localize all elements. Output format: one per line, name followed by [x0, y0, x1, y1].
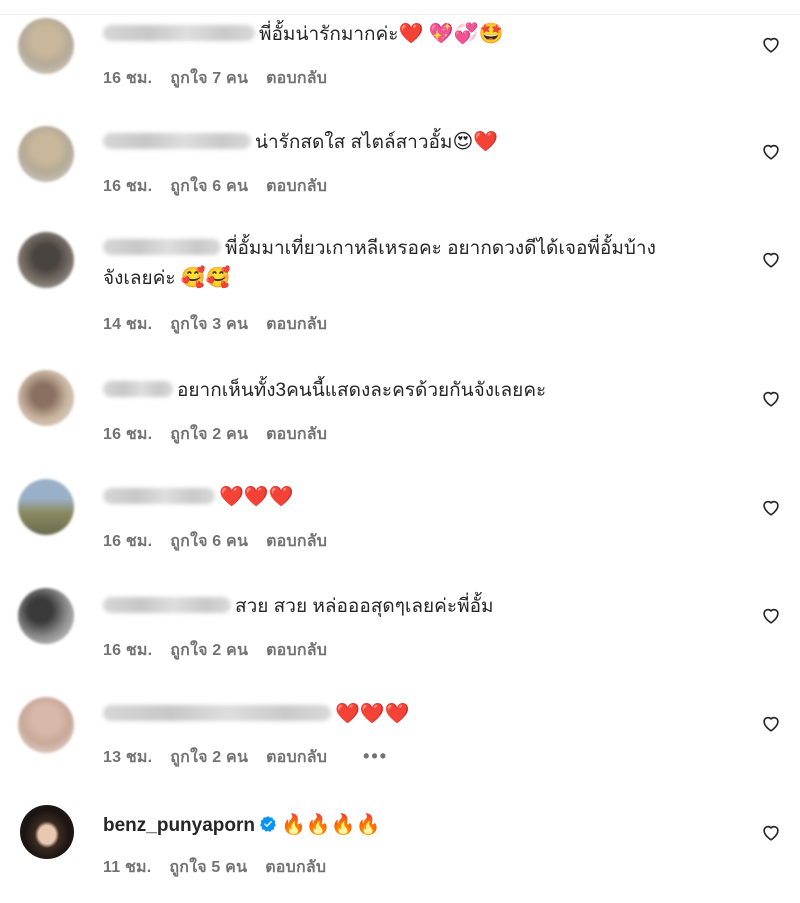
- blurred-username[interactable]: [103, 596, 231, 613]
- reply-button[interactable]: ตอบกลับ: [266, 533, 327, 550]
- like-count[interactable]: ถูกใจ 2 คน: [170, 749, 248, 766]
- comment-body: benz_punyaporn 🔥🔥🔥🔥: [103, 811, 743, 841]
- comment-text: พี่อั้มมาเที่ยวเกาหลีเหรอคะ อยากดวงดีได้…: [225, 238, 656, 259]
- like-count[interactable]: ถูกใจ 3 คน: [170, 316, 248, 333]
- comment-meta: 16 ชม. ถูกใจ 2 คน ตอบกลับ: [103, 422, 345, 447]
- username-link[interactable]: benz_punyaporn: [103, 815, 255, 836]
- blurred-username[interactable]: [103, 380, 173, 397]
- comment-time[interactable]: 13 ชม.: [103, 749, 152, 766]
- heart-outline-icon[interactable]: [760, 712, 782, 734]
- comment-meta: 16 ชม. ถูกใจ 6 คน ตอบกลับ: [103, 174, 345, 199]
- comment-text-line2: จังเลยค่ะ: [103, 268, 176, 289]
- comment-text: อยากเห็นทั้ง3คนนี้แสดงละครด้วยกันจังเลยค…: [177, 380, 547, 401]
- comment-emojis: ❤️❤️❤️: [219, 486, 294, 508]
- comment-body: ❤️❤️❤️: [103, 700, 743, 730]
- comment-time[interactable]: 16 ชม.: [103, 533, 152, 550]
- avatar[interactable]: [18, 588, 74, 644]
- comment-time[interactable]: 16 ชม.: [103, 70, 152, 87]
- top-divider: [0, 14, 800, 15]
- verified-badge-icon: [260, 816, 276, 832]
- comment-emojis: 🔥🔥🔥🔥: [281, 814, 381, 836]
- blurred-username[interactable]: [103, 487, 215, 504]
- heart-outline-icon[interactable]: [760, 33, 782, 55]
- reply-button[interactable]: ตอบกลับ: [266, 178, 327, 195]
- comment-meta: 16 ชม. ถูกใจ 6 คน ตอบกลับ: [103, 529, 345, 554]
- heart-outline-icon[interactable]: [760, 496, 782, 518]
- reply-button[interactable]: ตอบกลับ: [266, 70, 327, 87]
- comment-meta: 14 ชม. ถูกใจ 3 คน ตอบกลับ: [103, 312, 345, 337]
- avatar[interactable]: [20, 805, 74, 859]
- like-count[interactable]: ถูกใจ 7 คน: [170, 70, 248, 87]
- comment-body: สวย สวย หล่อออสุดๆเลยค่ะพี่อั้ม: [103, 592, 743, 622]
- comment-text: พี่อั้มน่ารักมากค่ะ: [259, 24, 399, 45]
- reply-button[interactable]: ตอบกลับ: [266, 426, 327, 443]
- comment-meta: 11 ชม. ถูกใจ 5 คน ตอบกลับ: [103, 855, 344, 880]
- avatar[interactable]: [18, 232, 74, 288]
- comment-time[interactable]: 11 ชม.: [103, 859, 151, 876]
- comment-meta: 16 ชม. ถูกใจ 7 คน ตอบกลับ: [103, 66, 345, 91]
- comment-body: พี่อั้มมาเที่ยวเกาหลีเหรอคะ อยากดวงดีได้…: [103, 234, 743, 294]
- comment-text: สวย สวย หล่อออสุดๆเลยค่ะพี่อั้ม: [235, 596, 494, 617]
- comment-emojis: ❤️❤️❤️: [335, 703, 410, 725]
- comment-emojis: 😍❤️: [452, 131, 499, 153]
- comment-text: น่ารักสดใส สไตล์สาวอั้ม: [255, 132, 453, 153]
- comment-body: พี่อั้มน่ารักมากค่ะ❤️ 💖💞🤩: [103, 20, 743, 50]
- avatar[interactable]: [18, 18, 74, 74]
- like-count[interactable]: ถูกใจ 2 คน: [170, 642, 248, 659]
- reply-button[interactable]: ตอบกลับ: [265, 859, 326, 876]
- blurred-username[interactable]: [103, 132, 251, 149]
- heart-outline-icon[interactable]: [760, 604, 782, 626]
- reply-button[interactable]: ตอบกลับ: [266, 642, 327, 659]
- reply-button[interactable]: ตอบกลับ: [266, 316, 327, 333]
- blurred-username[interactable]: [103, 24, 255, 41]
- comment-emojis: ❤️ 💖💞🤩: [398, 23, 504, 45]
- more-options-button[interactable]: •••: [363, 746, 388, 766]
- heart-outline-icon[interactable]: [760, 821, 782, 843]
- comment-body: ❤️❤️❤️: [103, 483, 743, 513]
- heart-outline-icon[interactable]: [760, 248, 782, 270]
- blurred-username[interactable]: [103, 704, 331, 721]
- like-count[interactable]: ถูกใจ 2 คน: [170, 426, 248, 443]
- comment-time[interactable]: 16 ชม.: [103, 426, 152, 443]
- comment-body: อยากเห็นทั้ง3คนนี้แสดงละครด้วยกันจังเลยค…: [103, 376, 743, 406]
- comment-body: น่ารักสดใส สไตล์สาวอั้ม😍❤️: [103, 128, 743, 158]
- comment-meta: 16 ชม. ถูกใจ 2 คน ตอบกลับ: [103, 638, 345, 663]
- avatar[interactable]: [18, 697, 74, 753]
- comment-time[interactable]: 16 ชม.: [103, 642, 152, 659]
- comment-meta: 13 ชม. ถูกใจ 2 คน ตอบกลับ •••: [103, 745, 406, 770]
- blurred-username[interactable]: [103, 238, 221, 255]
- avatar[interactable]: [18, 126, 74, 182]
- comment-time[interactable]: 14 ชม.: [103, 316, 152, 333]
- heart-outline-icon[interactable]: [760, 387, 782, 409]
- comment-emojis: 🥰🥰: [180, 267, 231, 289]
- like-count[interactable]: ถูกใจ 6 คน: [170, 533, 248, 550]
- like-count[interactable]: ถูกใจ 5 คน: [169, 859, 247, 876]
- avatar[interactable]: [18, 479, 74, 535]
- like-count[interactable]: ถูกใจ 6 คน: [170, 178, 248, 195]
- comment-time[interactable]: 16 ชม.: [103, 178, 152, 195]
- reply-button[interactable]: ตอบกลับ: [266, 749, 327, 766]
- heart-outline-icon[interactable]: [760, 140, 782, 162]
- avatar[interactable]: [18, 370, 74, 426]
